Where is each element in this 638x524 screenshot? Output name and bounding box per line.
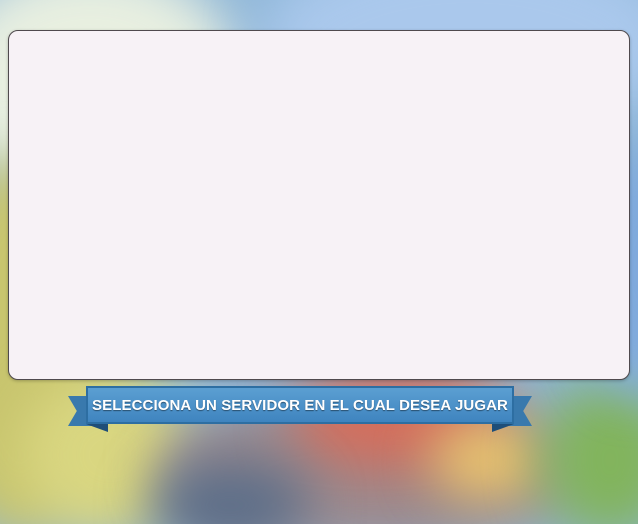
banner-band: SELECCIONA UN SERVIDOR EN EL CUAL DESEA … [86,386,514,424]
banner-text: SELECCIONA UN SERVIDOR EN EL CUAL DESEA … [92,396,508,414]
server-list-panel[interactable] [8,30,630,380]
background-blur-shape [540,380,638,524]
select-server-banner: SELECCIONA UN SERVIDOR EN EL CUAL DESEA … [68,386,532,434]
